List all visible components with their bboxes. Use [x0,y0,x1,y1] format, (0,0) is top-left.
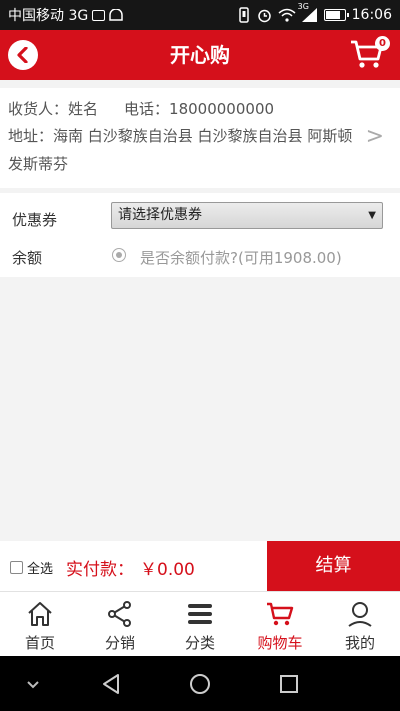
consignee-name: 姓名 [68,100,99,118]
signal-icon: 3G [298,2,318,22]
share-icon [108,601,131,627]
home-icon [28,602,52,626]
select-all-checkbox[interactable]: 全选 [10,558,53,577]
clock: 16:06 [351,7,392,23]
dropdown-arrow-icon: ▼ [368,210,376,221]
phone-label: 电话： [124,100,170,118]
home-circle-icon[interactable] [189,673,211,695]
pay-amount: ￥0.00 [140,560,195,580]
coupon-select[interactable]: 请选择优惠券 ▼ [111,202,383,229]
status-bar: 中国移动 3G 3G 16:06 [0,0,400,30]
tab-mine[interactable]: 我的 [320,592,400,656]
chevron-down-icon[interactable] [26,680,40,690]
menu-icon [188,604,212,624]
coupon-selected-value: 请选择优惠券 [118,207,202,223]
address-label: 地址： [8,127,54,145]
battery-icon [323,9,349,21]
user-icon [348,602,372,627]
cart-button[interactable]: 0 [350,36,390,72]
tab-label: 首页 [24,634,55,652]
chevron-right-icon: > [365,124,384,149]
pay-label: 实付款： [66,560,134,580]
tab-label: 分销 [104,634,135,652]
tab-label: 分类 [184,634,215,652]
wifi-icon [278,8,296,22]
select-all-label: 全选 [27,562,54,577]
consignee-label: 收货人： [8,100,69,118]
tab-label: 我的 [344,634,375,652]
page-title: 开心购 [170,43,230,67]
phone-number: 18000000000 [169,100,275,118]
back-triangle-icon[interactable] [100,673,122,695]
settle-button[interactable]: 结算 [267,541,400,591]
balance-label: 余额 [12,249,43,267]
address-card[interactable]: 收货人： 姓名 电话： 18000000000 地址：海南 白沙黎族自治县 白沙… [0,88,400,188]
tab-home[interactable]: 首页 [0,592,80,656]
android-icon [109,9,123,21]
checkbox-icon [10,561,23,574]
tab-cart[interactable]: 购物车 [240,592,320,656]
payment-options: 优惠券 请选择优惠券 ▼ 余额 是否余额付款?(可用1908.00) [0,193,400,277]
bottom-tab-bar: 首页 分销 分类 购物车 我的 [0,591,400,656]
cart-icon [267,602,294,626]
alarm-icon [257,9,271,22]
carrier-text: 中国移动 3G [8,8,89,24]
vibrate-icon [238,7,249,23]
title-bar: 开心购 0 [0,30,400,80]
tab-category[interactable]: 分类 [160,592,240,656]
address-detail: 地址：海南 白沙黎族自治县 白沙黎族自治县 阿斯顿发斯蒂芬 [8,122,358,178]
checkout-bar: 全选 实付款： ￥0.00 结算 [0,541,400,591]
tab-label: 购物车 [257,634,303,652]
balance-option-text: 是否余额付款?(可用1908.00) [140,249,342,267]
cart-count-badge: 0 [375,36,390,51]
image-icon [92,9,106,21]
tab-share[interactable]: 分销 [80,592,160,656]
system-nav-bar [0,656,400,711]
balance-radio[interactable] [112,248,126,262]
address-text: 海南 白沙黎族自治县 白沙黎族自治县 阿斯顿发斯蒂芬 [8,127,353,173]
coupon-label: 优惠券 [12,211,58,229]
recents-square-icon[interactable] [279,674,299,694]
